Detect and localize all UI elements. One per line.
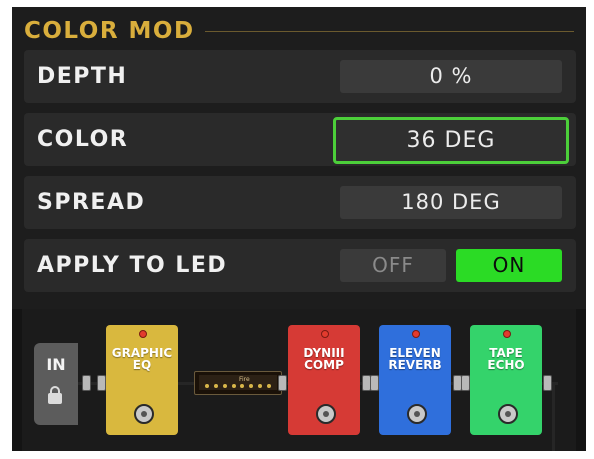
param-row-spread[interactable]: SPREAD 180 DEG bbox=[24, 176, 576, 229]
param-label-spread: SPREAD bbox=[37, 190, 146, 215]
param-row-apply-to-led[interactable]: APPLY TO LED OFF ON bbox=[24, 239, 576, 292]
apply-led-on-button[interactable]: ON bbox=[456, 249, 562, 282]
jack-icon bbox=[543, 375, 552, 391]
apply-led-off-button[interactable]: OFF bbox=[340, 249, 446, 282]
input-block[interactable]: IN bbox=[34, 343, 78, 425]
section-title: COLOR MOD bbox=[24, 18, 195, 44]
amp-logo: Fire bbox=[239, 376, 250, 383]
footswitch-icon[interactable] bbox=[498, 404, 518, 424]
pedal-name: GRAPHIC EQ bbox=[111, 346, 173, 372]
section-divider bbox=[204, 30, 574, 32]
pedal-name: ELEVEN REVERB bbox=[388, 346, 442, 372]
signal-chain-board: IN GRAPHIC EQ Fire DYNIII COMP ELEVEN RE… bbox=[22, 309, 576, 451]
param-label-depth: DEPTH bbox=[37, 64, 128, 89]
section-header: COLOR MOD bbox=[24, 17, 574, 45]
led-icon bbox=[503, 330, 511, 338]
led-icon bbox=[321, 330, 329, 338]
spread-value-field[interactable]: 180 DEG bbox=[340, 186, 562, 219]
param-label-apply-to-led: APPLY TO LED bbox=[37, 253, 228, 278]
jack-icon bbox=[82, 375, 91, 391]
lock-icon bbox=[48, 386, 62, 404]
pedal-tape-echo[interactable]: TAPE ECHO bbox=[470, 325, 542, 435]
jack-icon bbox=[97, 375, 106, 391]
param-row-color[interactable]: COLOR 36 DEG bbox=[24, 113, 576, 166]
led-icon bbox=[412, 330, 420, 338]
patch-cable-out bbox=[552, 382, 555, 451]
jack-icon bbox=[370, 375, 379, 391]
signal-chain: IN GRAPHIC EQ Fire DYNIII COMP ELEVEN RE… bbox=[12, 309, 586, 451]
color-mod-panel: COLOR MOD DEPTH 0 % COLOR 36 DEG SPREAD … bbox=[12, 7, 586, 451]
amp-faceplate: Fire bbox=[199, 375, 277, 390]
led-icon bbox=[139, 330, 147, 338]
input-label: IN bbox=[46, 355, 66, 374]
param-row-depth[interactable]: DEPTH 0 % bbox=[24, 50, 576, 103]
jack-icon bbox=[461, 375, 470, 391]
jack-icon bbox=[278, 375, 287, 391]
footswitch-icon[interactable] bbox=[407, 404, 427, 424]
amp-block[interactable]: Fire bbox=[194, 371, 282, 395]
amp-knobs bbox=[205, 384, 271, 388]
param-label-color: COLOR bbox=[37, 127, 129, 152]
pedal-dyniii-comp[interactable]: DYNIII COMP bbox=[288, 325, 360, 435]
pedal-name: TAPE ECHO bbox=[487, 346, 525, 372]
footswitch-icon[interactable] bbox=[316, 404, 336, 424]
footswitch-icon[interactable] bbox=[134, 404, 154, 424]
color-value-field[interactable]: 36 DEG bbox=[333, 117, 569, 164]
pedal-graphic-eq[interactable]: GRAPHIC EQ bbox=[106, 325, 178, 435]
depth-value-field[interactable]: 0 % bbox=[340, 60, 562, 93]
pedal-name: DYNIII COMP bbox=[303, 346, 345, 372]
pedal-eleven-reverb[interactable]: ELEVEN REVERB bbox=[379, 325, 451, 435]
